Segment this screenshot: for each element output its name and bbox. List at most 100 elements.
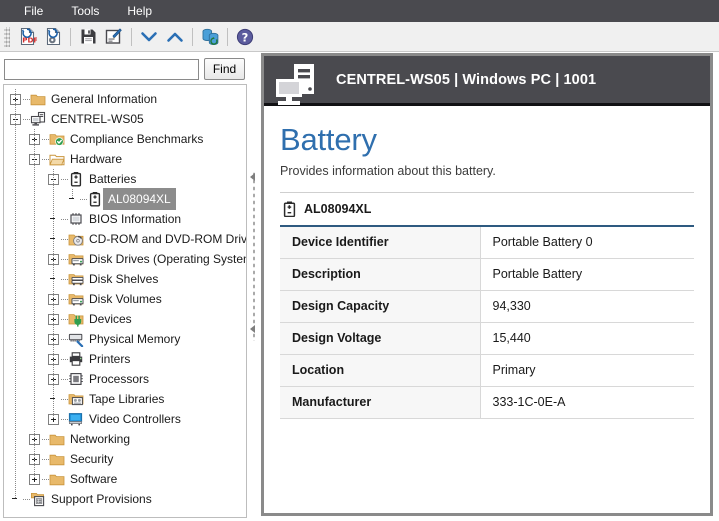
refresh-database-icon[interactable] (197, 25, 223, 49)
tree-connector (61, 378, 68, 380)
property-value: 333-1C-0E-A (480, 386, 694, 419)
tree-item-label: Support Provisions (51, 492, 152, 506)
property-value: 15,440 (480, 322, 694, 355)
tree-item-video-controllers[interactable]: Video Controllers (4, 409, 246, 429)
tree-item-compliance-benchmarks[interactable]: Compliance Benchmarks (4, 129, 246, 149)
table-row: Location Primary (280, 354, 694, 387)
tree-item-centrel-ws05[interactable]: CENTREL-WS05 (4, 109, 246, 129)
disk-shelf-icon (68, 271, 84, 287)
property-key: Device Identifier (280, 226, 481, 259)
tree-connector (42, 158, 49, 160)
menu-tools[interactable]: Tools (57, 1, 113, 21)
property-value: 94,330 (480, 290, 694, 323)
splitter-grip[interactable] (252, 171, 257, 341)
properties-table-body: Device Identifier Portable Battery 0 Descr… (280, 226, 694, 419)
chevron-down-icon[interactable] (136, 25, 162, 49)
property-key: Manufacturer (280, 386, 481, 419)
tree-item-label: Compliance Benchmarks (70, 132, 204, 146)
table-row: Design Capacity 94,330 (280, 290, 694, 323)
tree-item-al08094xl[interactable]: AL08094XL (4, 188, 246, 210)
menu-help[interactable]: Help (113, 1, 166, 21)
folder-check-icon (49, 131, 65, 147)
tree-item-disk-volumes[interactable]: Disk Volumes (4, 289, 246, 309)
tree-item-tape-libraries[interactable]: Tape Libraries (4, 389, 246, 409)
provisions-icon (30, 491, 46, 507)
tree-connector (61, 418, 68, 420)
tree-guide-line (34, 129, 35, 479)
find-button[interactable]: Find (204, 58, 245, 80)
plug-icon (68, 311, 84, 327)
tree-item-general-information[interactable]: General Information (4, 89, 246, 109)
folder-icon (49, 471, 65, 487)
section-title: AL08094XL (304, 202, 372, 216)
tree-connector (23, 98, 30, 100)
toolbar-separator (131, 27, 132, 46)
properties-table: Device Identifier Portable Battery 0 Descr… (280, 225, 694, 419)
disk-volume-icon (68, 291, 84, 307)
tree-guide-line (15, 89, 16, 499)
tree-item-physical-memory[interactable]: Physical Memory (4, 329, 246, 349)
svg-text:?: ? (242, 30, 249, 44)
tree-item-label: Tape Libraries (89, 392, 165, 406)
property-value: Portable Battery 0 (480, 226, 694, 259)
tree-item-batteries[interactable]: Batteries (4, 169, 246, 189)
tree-item-label: Disk Drives (Operating System) (89, 252, 247, 266)
table-row: Device Identifier Portable Battery 0 (280, 226, 694, 259)
tree-guide-line (72, 189, 73, 199)
chevron-up-icon[interactable] (162, 25, 188, 49)
tree-item-label: Batteries (89, 172, 137, 186)
tree-item-label: CD-ROM and DVD-ROM Drives (89, 232, 247, 246)
tree-connector (61, 298, 68, 300)
pane-splitter[interactable] (249, 53, 260, 521)
battery-icon (68, 171, 84, 187)
tree-root: General Information CENTREL-WS05 Complianc… (4, 85, 246, 509)
tree-item-software[interactable]: Software (4, 469, 246, 489)
tree-item-processors[interactable]: Processors (4, 369, 246, 389)
splitter-collapse-up-icon[interactable] (250, 173, 255, 181)
tree-item-cd-rom-and-dvd-rom-drives[interactable]: CD-ROM and DVD-ROM Drives (4, 229, 246, 249)
tree-view[interactable]: General Information CENTREL-WS05 Complianc… (3, 84, 247, 518)
tree-item-disk-shelves[interactable]: Disk Shelves (4, 269, 246, 289)
tree-item-security[interactable]: Security (4, 449, 246, 469)
edit-note-icon[interactable] (101, 25, 127, 49)
tree-item-disk-drives-operating-system[interactable]: Disk Drives (Operating System) (4, 249, 246, 269)
tree-item-label: Hardware (70, 152, 123, 166)
export-pdf-icon[interactable]: PDF (14, 25, 40, 49)
folder-icon (49, 451, 65, 467)
save-icon[interactable] (75, 25, 101, 49)
tree-connector (61, 338, 68, 340)
tree-item-printers[interactable]: Printers (4, 349, 246, 369)
help-icon[interactable]: ? (232, 25, 258, 49)
toolbar-grip[interactable] (4, 26, 10, 47)
tree-item-bios-information[interactable]: BIOS Information (4, 209, 246, 229)
tree-connector (61, 398, 68, 400)
tree-item-label: Disk Shelves (89, 272, 159, 286)
tape-library-icon (68, 391, 84, 407)
property-key: Design Voltage (280, 322, 481, 355)
content-panel: CENTREL-WS05 | Windows PC | 1001 Battery… (261, 53, 713, 516)
content-body: Battery Provides information about this … (264, 106, 710, 419)
tree-item-devices[interactable]: Devices (4, 309, 246, 329)
tree-item-label: Printers (89, 352, 131, 366)
export-package-icon[interactable] (40, 25, 66, 49)
tree-guide-line (53, 169, 54, 419)
splitter-collapse-down-icon[interactable] (250, 325, 255, 333)
tree-connector (23, 118, 30, 120)
property-value: Portable Battery (480, 258, 694, 291)
folder-open-icon (49, 151, 65, 167)
tree-item-label: Disk Volumes (89, 292, 162, 306)
search-input[interactable] (4, 58, 199, 80)
toolbar-separator (227, 27, 228, 46)
tree-connector (42, 138, 49, 140)
tree-item-support-provisions[interactable]: Support Provisions (4, 489, 246, 509)
tree-connector (61, 178, 68, 180)
tree-item-hardware[interactable]: Hardware (4, 149, 246, 169)
tree-item-label: CENTREL-WS05 (51, 112, 144, 126)
tree-item-networking[interactable]: Networking (4, 429, 246, 449)
tree-item-label: Physical Memory (89, 332, 181, 346)
chip-icon (68, 211, 84, 227)
content-header-title: CENTREL-WS05 | Windows PC | 1001 (336, 71, 597, 88)
menu-file[interactable]: File (10, 1, 57, 21)
tree-connector (61, 278, 68, 280)
main-area: Find General Information CENTREL-WS05 Comp… (0, 53, 719, 521)
